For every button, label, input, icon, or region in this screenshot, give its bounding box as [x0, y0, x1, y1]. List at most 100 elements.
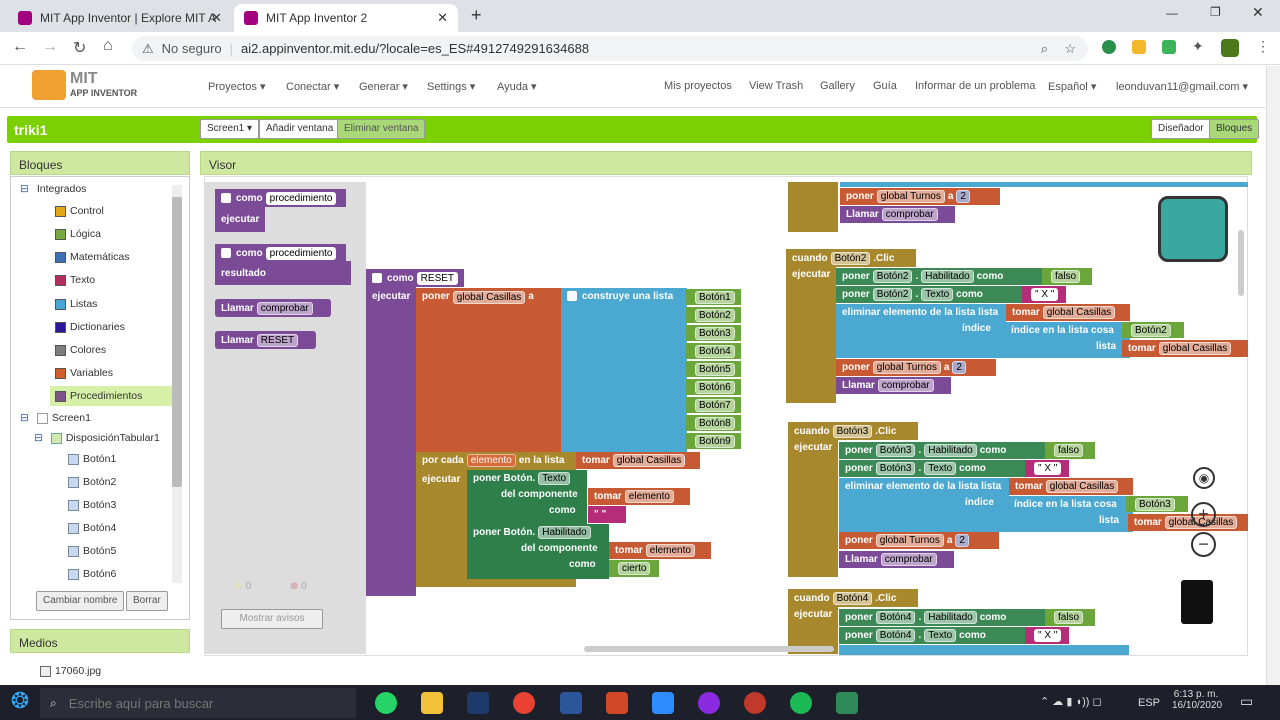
link-gallery[interactable]: Gallery [820, 80, 855, 92]
blocks-button[interactable]: Bloques [1209, 119, 1260, 139]
notifications-icon[interactable]: ▭ [1240, 693, 1253, 710]
event-boton3-body[interactable]: ejecutar [788, 439, 838, 577]
zoom-icon[interactable] [652, 692, 674, 714]
list-item-boton7[interactable]: Botón7 [686, 397, 741, 413]
tree-item-text[interactable]: Texto [55, 274, 95, 286]
set-turnos-block[interactable]: poner global Turnos a 2 [840, 188, 1000, 205]
get-casillas-b3-2[interactable]: tomar global Casillas [1128, 514, 1248, 531]
link-mis-proyectos[interactable]: Mis proyectos [664, 80, 732, 92]
bookmark-star-icon[interactable]: ☆ [1064, 41, 1076, 57]
center-target-icon[interactable]: ◉ [1193, 467, 1215, 489]
minimize-icon[interactable]: — [1166, 6, 1178, 20]
file-explorer-icon[interactable] [421, 692, 443, 714]
more-menu-icon[interactable]: ⋮ [1256, 38, 1270, 55]
extension-icon[interactable] [1102, 40, 1116, 54]
false-block-b4[interactable]: falso [1045, 609, 1095, 626]
procedure-do-body[interactable]: ejecutar [215, 206, 265, 232]
list-item-boton8[interactable]: Botón8 [686, 415, 741, 431]
tree-item-colors[interactable]: Colores [55, 344, 106, 356]
tree-screen1[interactable]: ⊟ Screen1 [20, 412, 91, 424]
home-icon[interactable]: ⌂ [103, 37, 113, 55]
false-block-b2[interactable]: falso [1042, 268, 1092, 285]
list-item-boton1[interactable]: Botón1 [686, 289, 741, 305]
list-item-boton9[interactable]: Botón9 [686, 433, 741, 449]
set-button-enabled-block[interactable]: poner Botón. Habilitado del componente como [467, 524, 609, 579]
procedure-return-block[interactable]: como procedimiento [215, 244, 346, 262]
event-boton2-header[interactable]: cuando Botón2 .Clic [786, 249, 916, 267]
zoom-in-icon[interactable]: + [1191, 502, 1216, 527]
menu-proyectos[interactable]: Proyectos ▾ [208, 80, 266, 93]
start-icon[interactable]: ❂ [4, 688, 36, 718]
set-enabled-b3[interactable]: poner Botón3. Habilitado como [839, 442, 1049, 459]
zoom-out-icon[interactable]: − [1191, 532, 1216, 557]
tree-item-procedures[interactable]: Procedimientos [50, 386, 173, 406]
set-casillas-block[interactable]: poner global Casillas a [416, 288, 561, 452]
reset-procedure-header[interactable]: como RESET [366, 269, 464, 287]
word-icon[interactable] [560, 692, 582, 714]
empty-text-block[interactable]: " " [588, 506, 626, 523]
show-warnings-button[interactable]: Mostrar avisos [221, 609, 323, 629]
trash-icon[interactable] [1181, 580, 1213, 624]
boton2-component-b2[interactable]: Botón2 [1122, 322, 1184, 338]
profile-avatar[interactable] [1221, 39, 1239, 57]
clock[interactable]: 6:13 p. m. 16/10/2020 [1172, 689, 1222, 711]
call-comprobar-block[interactable]: Llamar comprobar [215, 299, 331, 317]
tree-button4[interactable]: Botón4 [68, 522, 116, 534]
tree-item-dictionaries[interactable]: Dictionaries [55, 321, 125, 333]
list-item-boton5[interactable]: Botón5 [686, 361, 741, 377]
close-window-icon[interactable]: ✕ [1252, 4, 1264, 21]
event-boton4-header[interactable]: cuando Botón4 .Clic [788, 589, 918, 607]
make-list-block[interactable]: construye una lista [561, 288, 687, 452]
true-block[interactable]: cierto [609, 560, 659, 577]
back-icon[interactable]: ← [12, 38, 28, 56]
call-comprobar-b3[interactable]: Llamar comprobar [839, 551, 954, 568]
menu-language[interactable]: Español ▾ [1048, 80, 1096, 93]
backpack-icon[interactable] [1158, 196, 1228, 262]
get-casillas-block[interactable]: tomar global Casillas [576, 452, 700, 469]
procedure-return-body[interactable]: resultado [215, 261, 351, 285]
rename-button[interactable]: Cambiar nombre [36, 591, 125, 611]
call-comprobar-b2[interactable]: Llamar comprobar [836, 377, 951, 394]
x-text-b3[interactable]: " X " [1025, 460, 1069, 477]
workspace-hscroll[interactable] [584, 646, 834, 652]
call-reset-block[interactable]: Llamar RESET [215, 331, 316, 349]
menu-account[interactable]: leonduvan11@gmail.com ▾ [1116, 80, 1248, 93]
language-indicator[interactable]: ESP [1138, 697, 1160, 709]
reload-icon[interactable]: ↻ [73, 38, 86, 58]
set-text-b4[interactable]: poner Botón4. Texto como [839, 627, 1029, 644]
event-boton3-header[interactable]: cuando Botón3 .Clic [788, 422, 918, 440]
tree-button3[interactable]: Botón3 [68, 499, 116, 511]
tray-icons[interactable]: ⌃ ☁ ▮ ◖)) ◻ [1040, 695, 1102, 708]
x-text-b4[interactable]: " X " [1025, 627, 1069, 644]
page-scrollbar[interactable] [1266, 66, 1280, 685]
menu-conectar[interactable]: Conectar ▾ [286, 80, 339, 93]
tree-table-layout[interactable]: ⊟ DisposiciónTabular1 [34, 432, 160, 444]
list-item-boton6[interactable]: Botón6 [686, 379, 741, 395]
link-report-problem[interactable]: Informar de un problema [915, 80, 1035, 92]
set-enabled-b4[interactable]: poner Botón4. Habilitado como [839, 609, 1049, 626]
false-block-b3[interactable]: falso [1045, 442, 1095, 459]
tree-item-math[interactable]: Matemáticas [55, 251, 130, 263]
procedure-do-block[interactable]: como procedimiento [215, 189, 346, 207]
set-button-text-block[interactable]: poner Botón. Texto del componente como [467, 470, 587, 525]
list-item-boton2[interactable]: Botón2 [686, 307, 741, 323]
tree-button2[interactable]: Botón2 [68, 476, 116, 488]
tree-button6[interactable]: Botón6 [68, 568, 116, 580]
powerpoint-icon[interactable] [606, 692, 628, 714]
screen-select-button[interactable]: Screen1 ▾ [200, 119, 260, 139]
menu-generar[interactable]: Generar ▾ [359, 80, 408, 93]
browser-tab-active[interactable]: MIT App Inventor 2 ✕ [234, 4, 458, 32]
puzzle-icon[interactable]: ✦ [1192, 38, 1204, 55]
tree-item-variables[interactable]: Variables [55, 367, 113, 379]
event-boton2-body[interactable]: ejecutar [786, 266, 836, 403]
add-screen-button[interactable]: Añadir ventana [259, 119, 341, 139]
link-guia[interactable]: Guía [873, 80, 897, 92]
whatsapp-icon[interactable] [375, 692, 397, 714]
set-turnos-b3[interactable]: poner global Turnos a 2 [839, 532, 999, 549]
get-elemento-block-2[interactable]: tomar elemento [609, 542, 711, 559]
workspace-vscroll[interactable] [1238, 230, 1244, 296]
app-icon[interactable] [836, 692, 858, 714]
close-tab-icon[interactable]: ✕ [211, 10, 222, 26]
get-casillas-b2[interactable]: tomar global Casillas [1006, 304, 1130, 321]
photoshop-icon[interactable] [467, 692, 489, 714]
